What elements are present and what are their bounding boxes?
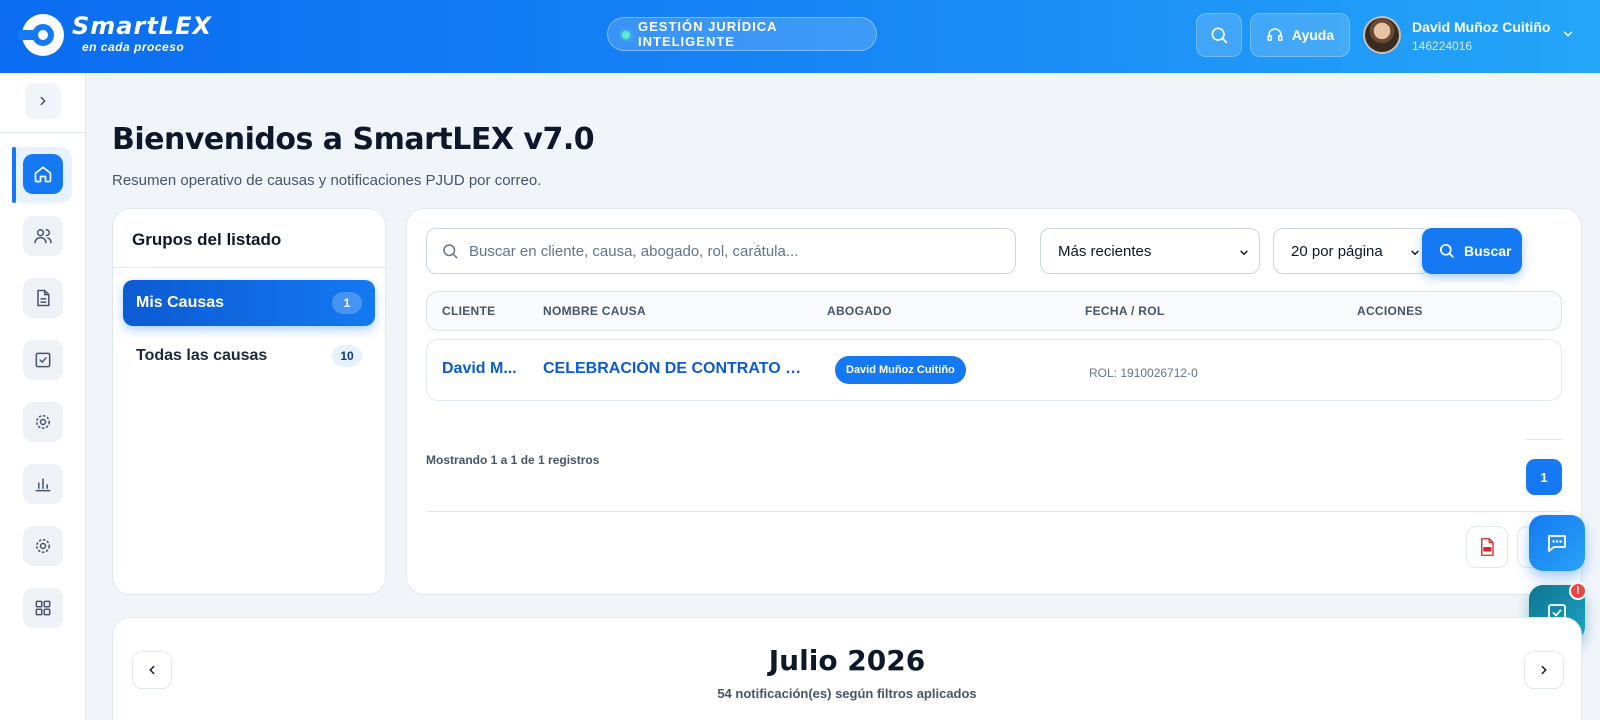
gear-icon	[36, 415, 50, 429]
row-client-link[interactable]: David M...	[442, 360, 528, 378]
sort-select[interactable]: Más recientes	[1040, 228, 1260, 274]
user-id: 146224016	[1412, 39, 1473, 53]
sidebar-active-marker	[12, 147, 16, 203]
sidebar-item-settings[interactable]	[23, 402, 63, 442]
per-page-select-value: 20 por página	[1291, 242, 1383, 260]
chevron-right-icon	[40, 96, 46, 106]
group-item-todas-las-causas[interactable]: Todas las causas 10	[123, 333, 375, 379]
table-header: CLIENTE NOMBRE CAUSA ABOGADO FECHA / ROL…	[426, 291, 1562, 331]
chevron-down-icon	[1240, 250, 1248, 256]
chat-icon	[1548, 535, 1566, 552]
sidebar-item-tasks[interactable]	[23, 340, 63, 380]
page-title: Bienvenidos a SmartLEX v7.0	[112, 122, 595, 157]
sidebar-divider	[0, 132, 86, 133]
row-lawyer-badge: David Muñoz Cuitiño	[835, 356, 966, 384]
chevron-down-icon[interactable]	[1561, 27, 1575, 41]
search-button-label: Buscar	[1464, 243, 1512, 259]
page-subtitle: Resumen operativo de causas y notificaci…	[112, 172, 542, 189]
table-row[interactable]: David M... CELEBRACIÓN DE CONTRATO SI...…	[426, 339, 1562, 401]
brand-tagline: en cada proceso	[82, 40, 185, 54]
calendar-summary: 54 notificación(es) según filtros aplica…	[717, 686, 977, 701]
user-name[interactable]: David Muñoz Cuitiño	[1412, 19, 1550, 35]
calendar-month-title: Julio 2026	[768, 644, 926, 677]
center-status-pill: GESTIÓN JURÍDICA INTELIGENTE	[607, 17, 877, 51]
center-pill-label: GESTIÓN JURÍDICA INTELIGENTE	[638, 19, 778, 49]
search-input[interactable]: Buscar en cliente, causa, abogado, rol, …	[426, 228, 1016, 274]
calendar-card: Julio 2026 54 notificación(es) según fil…	[112, 617, 1582, 720]
group-item-label: Mis Causas	[136, 294, 225, 311]
sidebar-item-home[interactable]	[23, 154, 63, 194]
column-header-client[interactable]: CLIENTE	[442, 304, 495, 318]
users-icon	[34, 229, 52, 244]
cases-list-card: Buscar en cliente, causa, abogado, rol, …	[406, 208, 1582, 595]
status-dot-icon	[622, 31, 630, 39]
help-button[interactable]: Ayuda	[1250, 13, 1350, 57]
sort-select-value: Más recientes	[1058, 242, 1152, 260]
brand-name: SmartLEX	[72, 12, 212, 40]
search-icon	[443, 244, 458, 259]
group-count-badge: 10	[332, 345, 362, 367]
sidebar-toggle-button[interactable]	[25, 83, 61, 119]
group-count-badge: 1	[332, 292, 362, 314]
top-bar: SmartLEX en cada proceso GESTIÓN JURÍDIC…	[0, 0, 1600, 73]
grid-icon	[35, 600, 51, 616]
card-footer-divider	[426, 511, 1562, 512]
groups-divider	[113, 267, 385, 268]
row-rol: ROL: 1910026712-0	[1089, 366, 1198, 380]
smartlex-logo-icon[interactable]	[18, 14, 64, 56]
headset-icon	[1267, 28, 1283, 41]
column-header-date-rol[interactable]: FECHA / ROL	[1085, 304, 1165, 318]
chevron-down-icon	[1411, 250, 1419, 256]
user-avatar[interactable]	[1363, 16, 1401, 54]
sidebar-item-clients[interactable]	[23, 216, 63, 256]
sidebar-item-apps[interactable]	[23, 588, 63, 628]
pagination-page-button[interactable]: 1	[1526, 459, 1562, 495]
column-header-cause[interactable]: NOMBRE CAUSA	[543, 304, 646, 318]
search-icon	[1211, 27, 1228, 44]
search-button[interactable]: Buscar	[1422, 228, 1522, 274]
group-item-mis-causas[interactable]: Mis Causas 1	[123, 280, 375, 326]
sidebar-item-configuration[interactable]	[23, 526, 63, 566]
header-search-button[interactable]	[1196, 13, 1242, 57]
home-icon	[34, 166, 52, 183]
calendar-next-button[interactable]	[1524, 651, 1564, 689]
cog-icon	[36, 539, 50, 553]
sidebar-item-reports[interactable]	[23, 464, 63, 504]
search-placeholder: Buscar en cliente, causa, abogado, rol, …	[469, 242, 799, 260]
help-label: Ayuda	[1291, 27, 1335, 43]
chat-fab-button[interactable]	[1529, 515, 1585, 571]
row-cause-link[interactable]: CELEBRACIÓN DE CONTRATO SI...	[543, 360, 809, 378]
export-pdf-button[interactable]	[1466, 526, 1508, 568]
pagination-divider	[1526, 439, 1562, 440]
search-icon	[1439, 243, 1454, 258]
chevron-right-icon	[1541, 665, 1547, 675]
per-page-select[interactable]: 20 por página	[1273, 228, 1431, 274]
column-header-actions: ACCIONES	[1357, 304, 1423, 318]
pdf-icon	[1481, 538, 1494, 556]
sidebar	[0, 73, 86, 720]
groups-card: Grupos del listado Mis Causas 1 Todas la…	[112, 208, 386, 595]
column-header-lawyer[interactable]: ABOGADO	[827, 304, 892, 318]
records-count-text: Mostrando 1 a 1 de 1 registros	[426, 453, 600, 467]
alert-badge: !	[1569, 582, 1587, 600]
document-icon	[37, 289, 50, 307]
groups-title: Grupos del listado	[132, 230, 282, 249]
sidebar-item-documents[interactable]	[23, 278, 63, 318]
group-item-label: Todas las causas	[136, 347, 268, 364]
checkbox-icon	[35, 352, 51, 368]
bar-chart-icon	[35, 478, 51, 492]
